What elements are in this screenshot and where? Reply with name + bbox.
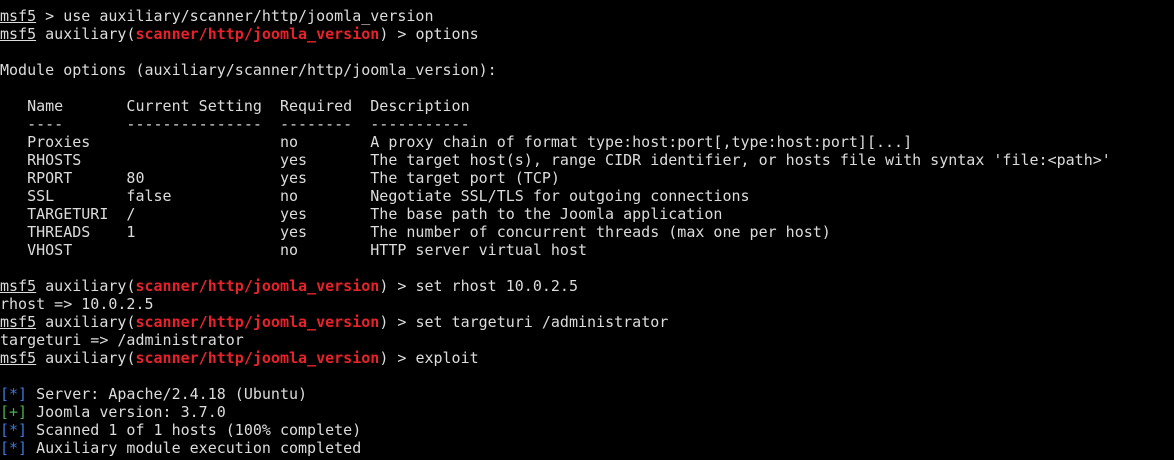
options-table-row: VHOST no HTTP server virtual host	[0, 241, 587, 259]
module-options-heading: Module options (auxiliary/scanner/http/j…	[0, 61, 497, 79]
prompt-line-options: msf5 auxiliary(scanner/http/joomla_versi…	[0, 25, 479, 43]
prompt-prefix: msf5	[0, 349, 37, 367]
result-text: Auxiliary module execution completed	[27, 439, 362, 457]
prompt-arrow: >	[388, 277, 416, 295]
prompt-arrow: >	[388, 25, 416, 43]
options-table-row: RHOSTS yes The target host(s), range CID…	[0, 151, 1111, 169]
result-text: Scanned 1 of 1 hosts (100% complete)	[27, 421, 362, 439]
options-table-row: TARGETURI / yes The base path to the Joo…	[0, 205, 723, 223]
prompt-module: scanner/http/joomla_version	[135, 25, 380, 43]
options-table-row: RPORT 80 yes The target port (TCP)	[0, 169, 560, 187]
prompt-module: scanner/http/joomla_version	[135, 313, 380, 331]
prompt-line-exploit: msf5 auxiliary(scanner/http/joomla_versi…	[0, 349, 479, 367]
prompt-prefix: msf5	[0, 25, 37, 43]
prompt-module: scanner/http/joomla_version	[135, 277, 380, 295]
result-line: [+] Joomla version: 3.7.0	[0, 403, 1174, 421]
prompt-context: auxiliary	[45, 349, 127, 367]
prompt-line-set-rhost: msf5 auxiliary(scanner/http/joomla_versi…	[0, 277, 578, 295]
result-text: Joomla version: 3.7.0	[27, 403, 226, 421]
prompt-context: auxiliary	[45, 313, 127, 331]
info-marker: [*]	[0, 421, 28, 439]
options-table-row: Proxies no A proxy chain of format type:…	[0, 133, 913, 151]
prompt-arrow: >	[388, 313, 416, 331]
info-marker: [*]	[0, 385, 28, 403]
result-text: Server: Apache/2.4.18 (Ubuntu)	[27, 385, 308, 403]
prompt-context: auxiliary	[45, 277, 127, 295]
result-line: [*] Server: Apache/2.4.18 (Ubuntu)	[0, 385, 1174, 403]
success-marker: [+]	[0, 403, 28, 421]
prompt-line-set-targeturi: msf5 auxiliary(scanner/http/joomla_versi…	[0, 313, 669, 331]
options-table-separator: ---- --------------- -------- ----------…	[0, 115, 470, 133]
prompt-prefix: msf5	[0, 313, 37, 331]
result-line: [*] Scanned 1 of 1 hosts (100% complete)	[0, 421, 1174, 439]
prompt-line-use: msf5 > use auxiliary/scanner/http/joomla…	[0, 7, 1174, 25]
response-rhost: rhost => 10.0.2.5	[0, 295, 154, 313]
prompt-context: auxiliary	[45, 25, 127, 43]
prompt-arrow: >	[36, 7, 64, 25]
command-text: set rhost 10.0.2.5	[415, 277, 578, 295]
response-targeturi: targeturi => /administrator	[0, 331, 244, 349]
command-text: options	[415, 25, 479, 43]
prompt-arrow: >	[388, 349, 416, 367]
terminal-window[interactable]: msf5 > use auxiliary/scanner/http/joomla…	[0, 0, 1174, 460]
options-table-row: THREADS 1 yes The number of concurrent t…	[0, 223, 831, 241]
command-text: set targeturi /administrator	[415, 313, 669, 331]
prompt-prefix: msf5	[0, 277, 37, 295]
options-table-header: Name Current Setting Required Descriptio…	[0, 97, 470, 115]
result-line: [*] Auxiliary module execution completed	[0, 439, 1174, 457]
info-marker: [*]	[0, 439, 28, 457]
prompt-module: scanner/http/joomla_version	[135, 349, 380, 367]
command-text: exploit	[415, 349, 479, 367]
prompt-prefix: msf5	[0, 7, 37, 25]
command-text: use auxiliary/scanner/http/joomla_versio…	[63, 7, 434, 25]
options-table-row: SSL false no Negotiate SSL/TLS for outgo…	[0, 187, 750, 205]
